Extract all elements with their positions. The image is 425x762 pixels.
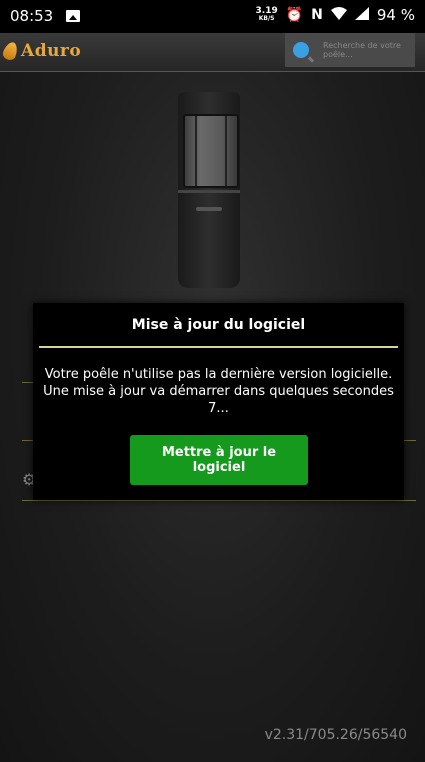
network-speed-unit: KB/S bbox=[258, 15, 275, 22]
app-version: v2.31/705.26/56540 bbox=[264, 727, 407, 743]
network-speed: 3.19 KB/S bbox=[256, 7, 278, 23]
nfc-icon: N bbox=[311, 7, 323, 23]
status-right: 3.19 KB/S ⏰ N 94 % bbox=[256, 6, 415, 24]
stove-search[interactable]: Recherche de votre poêle... bbox=[285, 33, 415, 67]
status-bar: 08:53 3.19 KB/S ⏰ N 94 % bbox=[0, 0, 425, 33]
dialog-message-line: Votre poêle n'utilise pas la dernière ve… bbox=[44, 367, 393, 382]
app-bar: Aduro Recherche de votre poêle... bbox=[0, 33, 425, 72]
dialog-separator bbox=[39, 346, 398, 348]
dialog-message: Votre poêle n'utilise pas la dernière ve… bbox=[41, 366, 396, 417]
stove-handle bbox=[196, 207, 222, 211]
signal-icon bbox=[354, 6, 369, 24]
stove-window bbox=[183, 114, 239, 188]
dialog-message-line: Une mise à jour va démarrer dans quelque… bbox=[43, 384, 394, 399]
alarm-icon: ⏰ bbox=[285, 7, 304, 23]
stove-image bbox=[178, 92, 240, 288]
countdown: 7... bbox=[208, 401, 229, 416]
flame-icon bbox=[1, 40, 20, 62]
software-update-dialog: Mise à jour du logiciel Votre poêle n'ut… bbox=[33, 303, 404, 500]
stove-band bbox=[178, 190, 240, 193]
update-software-button[interactable]: Mettre à jour le logiciel bbox=[130, 435, 308, 485]
logo-text: Aduro bbox=[21, 41, 82, 61]
wifi-icon bbox=[330, 6, 347, 24]
status-time: 08:53 bbox=[10, 7, 54, 25]
battery-percent: 94 % bbox=[376, 6, 415, 24]
background-divider bbox=[404, 440, 416, 441]
dialog-title: Mise à jour du logiciel bbox=[131, 317, 306, 333]
search-placeholder: Recherche de votre poêle... bbox=[323, 41, 401, 59]
background-divider bbox=[22, 500, 416, 501]
image-notification-icon bbox=[66, 10, 80, 22]
search-icon bbox=[293, 42, 309, 58]
aduro-logo: Aduro bbox=[1, 40, 82, 62]
